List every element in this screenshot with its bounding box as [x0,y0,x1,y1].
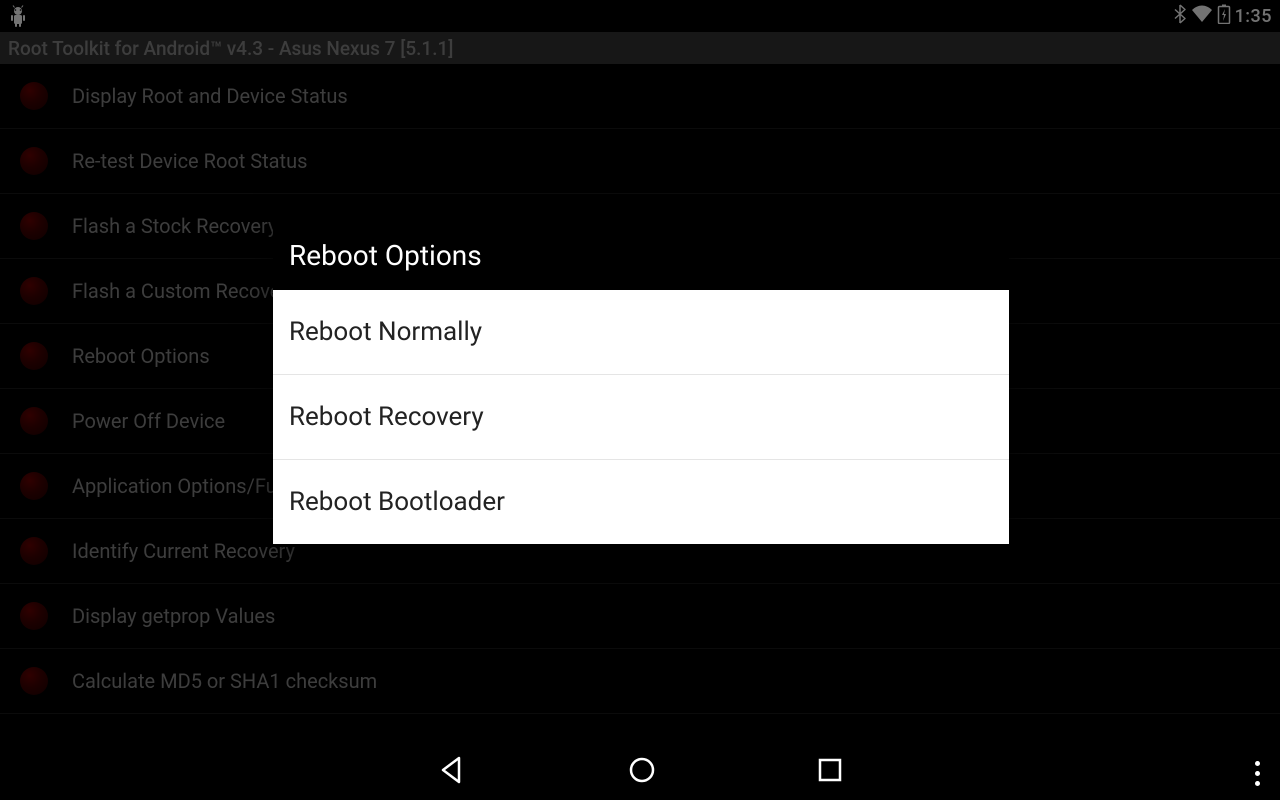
dot-icon [1255,771,1260,776]
dialog-option-reboot-recovery[interactable]: Reboot Recovery [273,375,1009,460]
dialog-option-label: Reboot Bootloader [289,487,505,517]
reboot-options-dialog: Reboot Options Reboot Normally Reboot Re… [273,221,1009,544]
back-button[interactable] [437,755,467,785]
dialog-title: Reboot Options [273,221,1009,290]
navigation-bar [0,740,1280,800]
home-button[interactable] [627,755,657,785]
overflow-menu-button[interactable] [1255,761,1260,786]
dialog-option-reboot-normally[interactable]: Reboot Normally [273,290,1009,375]
dialog-option-label: Reboot Normally [289,317,482,347]
dialog-option-label: Reboot Recovery [289,402,484,432]
dialog-option-reboot-bootloader[interactable]: Reboot Bootloader [273,460,1009,544]
recents-button[interactable] [817,757,843,783]
dot-icon [1255,781,1260,786]
dot-icon [1255,761,1260,766]
